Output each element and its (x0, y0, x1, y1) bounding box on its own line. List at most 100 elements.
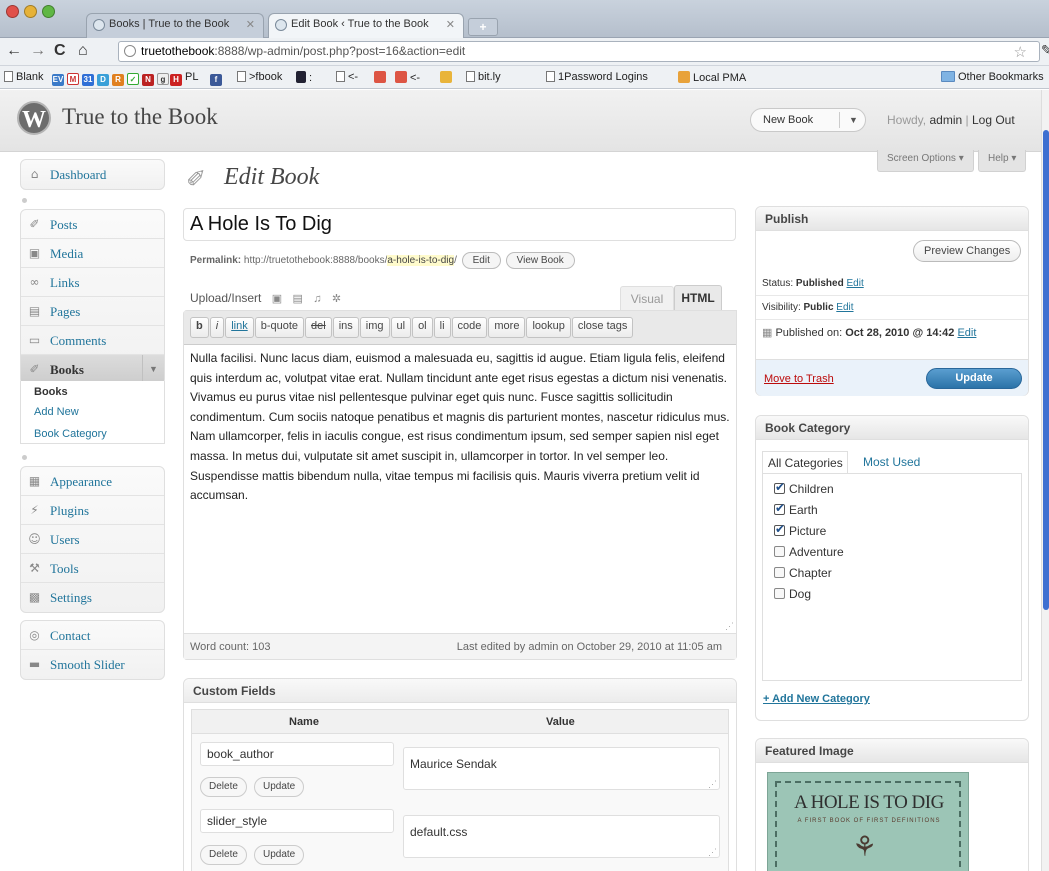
bookmark-back-1[interactable]: <- (336, 71, 358, 83)
browser-tab-books[interactable]: Books | True to the Book ✕ (86, 13, 264, 38)
edit-permalink-button[interactable]: Edit (461, 252, 501, 269)
update-field-button[interactable]: Update (254, 777, 305, 797)
post-title-input[interactable]: A Hole Is To Dig (183, 208, 736, 241)
bookmark-bookmarklet[interactable]: : (296, 71, 312, 84)
page-scrollbar[interactable] (1041, 90, 1049, 871)
bookmark-bitly[interactable]: bit.ly (466, 71, 501, 83)
forward-arrow-icon[interactable]: → (30, 42, 46, 60)
menu-plugins[interactable]: ⚡ Plugins (21, 496, 164, 525)
site-title[interactable]: True to the Book (62, 104, 218, 130)
qt-code-button[interactable]: code (451, 317, 488, 338)
add-audio-icon[interactable]: ♫ (313, 293, 321, 305)
custom-fields-title[interactable]: Custom Fields (184, 679, 736, 703)
qt-link-button[interactable]: link (225, 317, 254, 338)
tab-html[interactable]: HTML (674, 285, 722, 310)
menu-books[interactable]: ✐ Books ▼ (21, 355, 164, 384)
update-field-button[interactable]: Update (254, 845, 305, 865)
menu-settings[interactable]: ▩ Settings (21, 583, 164, 612)
submenu-toggle-icon[interactable]: ▼ (142, 355, 164, 383)
edit-date-link[interactable]: Edit (957, 327, 976, 339)
checkbox[interactable] (774, 567, 785, 578)
permalink-slug[interactable]: a-hole-is-to-dig (387, 255, 455, 266)
minimize-window-button[interactable] (24, 5, 37, 18)
featured-book-cover-image[interactable]: A HOLE IS TO DIG A FIRST BOOK OF FIRST D… (767, 772, 969, 871)
menu-media[interactable]: ▣ Media (21, 239, 164, 268)
category-item-children[interactable]: Children (774, 480, 834, 496)
view-book-button[interactable]: View Book (505, 252, 575, 269)
delete-field-button[interactable]: Delete (200, 777, 247, 797)
move-to-trash-link[interactable]: Move to Trash (764, 373, 834, 385)
add-new-category-link[interactable]: + Add New Category (763, 693, 870, 705)
bookmarklet-icon[interactable]: g (157, 73, 169, 85)
logout-link[interactable]: Log Out (972, 113, 1015, 127)
checkbox[interactable] (774, 588, 785, 599)
gmail-icon[interactable]: M (67, 73, 79, 85)
bookmark-1password[interactable]: 1Password Logins (546, 71, 648, 83)
submenu-book-category[interactable]: Book Category (34, 428, 107, 440)
menu-comments[interactable]: ▭ Comments (21, 326, 164, 355)
featured-image-title[interactable]: Featured Image (756, 739, 1028, 763)
bookmarklet-icon[interactable]: N (142, 74, 154, 86)
username-link[interactable]: admin (929, 113, 962, 127)
checkbox-checked[interactable] (774, 480, 785, 494)
book-category-title[interactable]: Book Category (756, 416, 1028, 440)
home-icon[interactable]: ⌂ (78, 42, 88, 60)
check-icon[interactable]: ✓ (127, 73, 139, 85)
screen-options-button[interactable]: Screen Options ▾ (877, 150, 974, 172)
tab-visual[interactable]: Visual (620, 286, 674, 310)
custom-field-key-input[interactable]: book_author (200, 742, 394, 766)
bookmark-fbook[interactable]: >fbook (237, 71, 282, 83)
qt-ins-button[interactable]: ins (332, 317, 359, 338)
bookmark-red-icon[interactable] (374, 71, 389, 84)
update-button[interactable]: Update (926, 368, 1022, 389)
help-button[interactable]: Help ▾ (978, 150, 1027, 172)
qt-bold-button[interactable]: b (190, 317, 209, 338)
address-bar[interactable]: truetothebook:8888/wp-admin/post.php?pos… (118, 41, 1040, 62)
menu-dashboard[interactable]: ⌂ Dashboard (21, 160, 164, 189)
bookmark-other[interactable]: Other Bookmarks (941, 71, 1044, 83)
add-image-icon[interactable]: ▣ (272, 292, 282, 305)
back-arrow-icon[interactable]: ← (6, 42, 22, 60)
category-item-picture[interactable]: Picture (774, 522, 826, 538)
bookmark-yellow-icon[interactable] (440, 71, 455, 84)
category-item-earth[interactable]: Earth (774, 501, 818, 517)
checkbox-checked[interactable] (774, 522, 785, 536)
page-info-icon[interactable] (124, 45, 136, 57)
qt-ul-button[interactable]: ul (390, 317, 412, 338)
resize-grip-icon[interactable]: ⋰ (708, 848, 718, 858)
reload-icon[interactable]: C (54, 42, 66, 60)
calendar-icon[interactable]: 31 (82, 74, 94, 86)
bookmark-icons-group[interactable]: EV M 31 D R ✓ Ng (52, 71, 172, 86)
rss-icon[interactable]: R (112, 74, 124, 86)
bookmark-local-pma[interactable]: Local PMA (678, 71, 746, 84)
qt-li-button[interactable]: li (433, 317, 451, 338)
publish-box-title[interactable]: Publish (756, 207, 1028, 231)
resize-grip-icon[interactable]: ⋰ (708, 780, 718, 790)
checkbox[interactable] (774, 546, 785, 557)
chevron-down-icon[interactable]: ▼ (849, 115, 858, 125)
preview-changes-button[interactable]: Preview Changes (913, 240, 1022, 262)
menu-smooth-slider[interactable]: ▬ Smooth Slider (21, 650, 164, 679)
close-window-button[interactable] (6, 5, 19, 18)
menu-tools[interactable]: ⚒ Tools (21, 554, 164, 583)
menu-contact[interactable]: ◎ Contact (21, 621, 164, 650)
qt-close-tags-button[interactable]: close tags (571, 317, 634, 338)
qt-more-button[interactable]: more (488, 317, 526, 338)
qt-lookup-button[interactable]: lookup (526, 317, 571, 338)
checkbox-checked[interactable] (774, 501, 785, 515)
content-textarea[interactable]: Nulla facilisi. Nunc lacus diam, euismod… (190, 349, 730, 506)
bookmarklet-icon[interactable]: EV (52, 74, 64, 86)
qt-blockquote-button[interactable]: b-quote (254, 317, 305, 338)
favorite-actions-dropdown[interactable]: New Book ▼ (750, 108, 866, 132)
bookmark-back-2[interactable]: <- (395, 71, 420, 84)
tab-most-used[interactable]: Most Used (863, 455, 920, 469)
zoom-window-button[interactable] (42, 5, 55, 18)
category-item-chapter[interactable]: Chapter (774, 566, 832, 580)
category-item-adventure[interactable]: Adventure (774, 545, 844, 559)
bookmark-star-icon[interactable]: ☆ (1014, 43, 1027, 61)
add-video-icon[interactable]: ▤ (292, 292, 302, 305)
menu-pages[interactable]: ▤ Pages (21, 297, 164, 326)
custom-field-key-input[interactable]: slider_style (200, 809, 394, 833)
custom-field-value-input[interactable]: default.css (403, 815, 720, 858)
edit-status-link[interactable]: Edit (847, 278, 864, 289)
